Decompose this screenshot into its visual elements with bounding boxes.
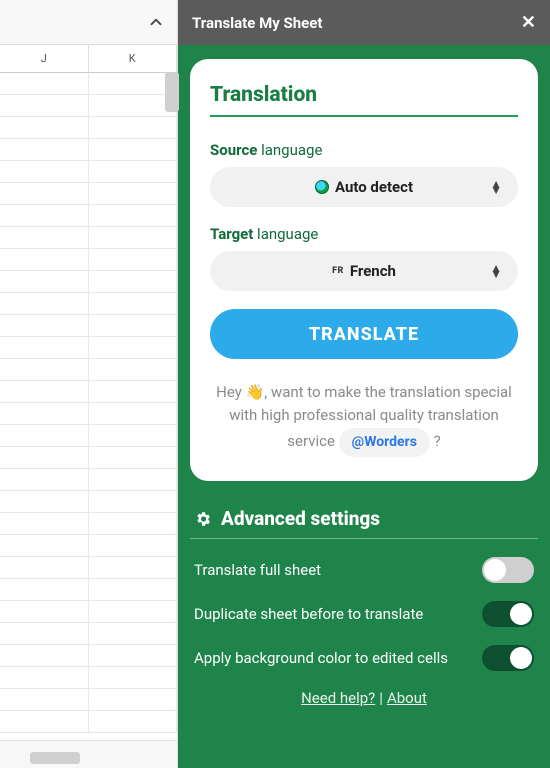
setting-translate-full-sheet: Translate full sheet [190, 557, 538, 583]
target-language-select[interactable]: FR French ▲▼ [210, 251, 518, 291]
source-language-select[interactable]: Auto detect ▲▼ [210, 167, 518, 207]
setting-bgcolor: Apply background color to edited cells [190, 645, 538, 671]
card-title: Translation [210, 83, 518, 107]
column-header[interactable]: K [89, 45, 178, 73]
wave-icon: 👋 [246, 381, 265, 404]
target-label: Target language [210, 225, 518, 243]
panel-body: Translation Source language Auto detect … [178, 45, 550, 768]
setting-label: Translate full sheet [194, 561, 482, 579]
toggle-duplicate-sheet[interactable] [482, 601, 534, 627]
card-divider [210, 115, 518, 117]
worders-chip[interactable]: @Worders [339, 428, 430, 458]
globe-icon [315, 180, 329, 194]
flag-badge: FR [332, 266, 344, 276]
setting-label: Duplicate sheet before to translate [194, 605, 482, 623]
setting-duplicate-sheet: Duplicate sheet before to translate [190, 601, 538, 627]
chevron-updown-icon: ▲▼ [490, 181, 502, 193]
translate-button[interactable]: TRANSLATE [210, 309, 518, 359]
panel-titlebar: Translate My Sheet ✕ [178, 0, 550, 45]
chevron-up-icon[interactable] [147, 13, 165, 31]
spreadsheet-area: J K [0, 0, 178, 768]
translation-card: Translation Source language Auto detect … [190, 59, 538, 481]
column-header[interactable]: J [0, 45, 89, 73]
promo-text: Hey 👋, want to make the translation spec… [210, 381, 518, 457]
panel-footer: Need help?|About [190, 689, 538, 707]
advanced-header: Advanced settings [194, 507, 538, 530]
source-value: Auto detect [335, 178, 413, 196]
sheet-toolbar [0, 0, 177, 45]
advanced-title: Advanced settings [221, 507, 380, 530]
cells-grid[interactable] [0, 73, 177, 733]
target-value: French [350, 262, 396, 280]
about-link[interactable]: About [387, 689, 427, 707]
chevron-updown-icon: ▲▼ [490, 265, 502, 277]
gear-icon [194, 510, 212, 528]
sheet-footer [0, 740, 177, 768]
scrollbar-vertical[interactable] [165, 72, 179, 112]
addon-panel: Translate My Sheet ✕ Translation Source … [178, 0, 550, 768]
toggle-bgcolor[interactable] [482, 645, 534, 671]
advanced-divider [190, 538, 538, 539]
panel-title: Translate My Sheet [192, 14, 322, 32]
toggle-translate-full-sheet[interactable] [482, 557, 534, 583]
help-link[interactable]: Need help? [301, 689, 375, 707]
scrollbar-horizontal[interactable] [30, 752, 80, 764]
column-headers: J K [0, 45, 177, 73]
close-icon[interactable]: ✕ [521, 14, 536, 32]
source-label: Source language [210, 141, 518, 159]
setting-label: Apply background color to edited cells [194, 649, 482, 667]
